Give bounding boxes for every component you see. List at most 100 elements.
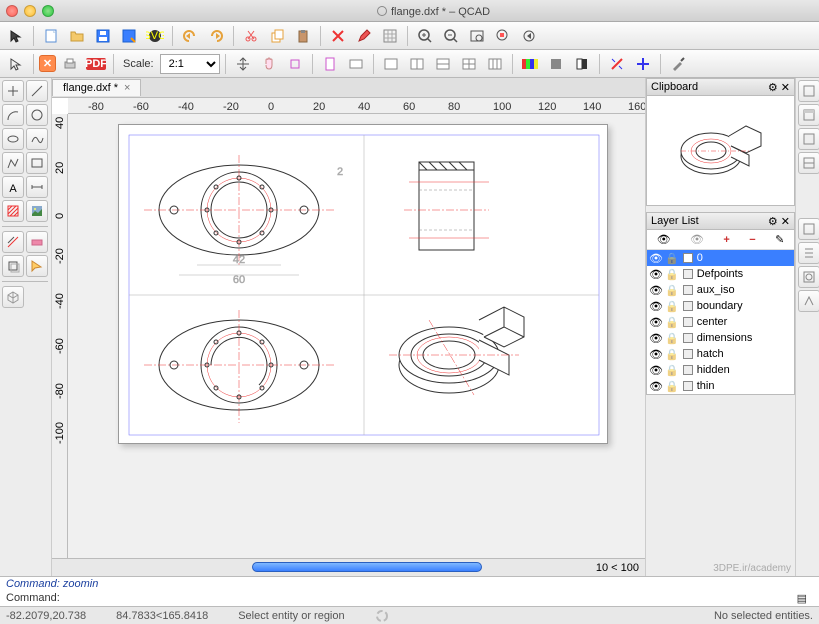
panel-close-icon[interactable]: ✕ xyxy=(781,82,790,94)
snap-button[interactable] xyxy=(283,53,307,75)
export-svg-button[interactable]: SVG xyxy=(143,25,167,47)
block-tool[interactable] xyxy=(2,255,24,277)
panel-toggle-4[interactable] xyxy=(798,152,819,174)
layerlist-panel-header[interactable]: Layer List ⚙ ✕ xyxy=(646,212,795,230)
dimension-tool[interactable] xyxy=(26,176,48,198)
pointer-button[interactable] xyxy=(4,25,28,47)
zoom-auto-button[interactable] xyxy=(465,25,489,47)
arc-tool[interactable] xyxy=(2,104,24,126)
rectangle-tool[interactable] xyxy=(26,152,48,174)
hand-button[interactable] xyxy=(257,53,281,75)
edit-button[interactable] xyxy=(352,25,376,47)
delete-button[interactable] xyxy=(326,25,350,47)
export-pdf-button[interactable]: PDF xyxy=(84,53,108,75)
horizontal-scrollbar[interactable] xyxy=(252,562,482,572)
layer-visibility-icon[interactable]: 👁 xyxy=(649,348,661,360)
select-region-tool[interactable] xyxy=(26,255,48,277)
layer-visibility-icon[interactable]: 👁 xyxy=(649,252,661,264)
layer-lock-icon[interactable]: 🔒 xyxy=(665,252,679,265)
layer-lock-icon[interactable]: 🔒 xyxy=(665,364,679,377)
save-as-button[interactable] xyxy=(117,25,141,47)
layer-visibility-icon[interactable]: 👁 xyxy=(649,268,661,280)
crosshair-button[interactable] xyxy=(631,53,655,75)
layer-lock-icon[interactable]: 🔒 xyxy=(665,348,679,361)
zoom-previous-button[interactable] xyxy=(517,25,541,47)
cut-button[interactable] xyxy=(239,25,263,47)
hide-all-icon[interactable]: 👁 xyxy=(690,233,704,246)
copy-button[interactable] xyxy=(265,25,289,47)
hatch-tool[interactable] xyxy=(2,200,24,222)
layer-visibility-icon[interactable]: 👁 xyxy=(649,364,661,376)
print-button[interactable] xyxy=(58,53,82,75)
panel-toggle-1[interactable] xyxy=(798,80,819,102)
spline-tool[interactable] xyxy=(26,128,48,150)
grid-button[interactable] xyxy=(378,25,402,47)
layer-row[interactable]: 👁🔒hatch xyxy=(647,346,794,362)
save-button[interactable] xyxy=(91,25,115,47)
line-tool[interactable] xyxy=(26,80,48,102)
zoom-window-button[interactable] xyxy=(42,5,54,17)
layer-row[interactable]: 👁🔒0 xyxy=(647,250,794,266)
layer-lock-icon[interactable]: 🔒 xyxy=(665,268,679,281)
panel-toggle-5[interactable] xyxy=(798,218,819,240)
zoom-in-button[interactable] xyxy=(413,25,437,47)
remove-layer-icon[interactable]: − xyxy=(749,234,755,246)
open-file-button[interactable] xyxy=(65,25,89,47)
scale-select[interactable]: 2:1 xyxy=(160,54,220,74)
color-mode-button[interactable] xyxy=(518,53,542,75)
pan-button[interactable] xyxy=(231,53,255,75)
settings-button[interactable] xyxy=(666,53,690,75)
layer-row[interactable]: 👁🔒dimensions xyxy=(647,330,794,346)
layer-visibility-icon[interactable]: 👁 xyxy=(649,380,661,392)
layer-lock-icon[interactable]: 🔒 xyxy=(665,380,679,393)
panel-toggle-3[interactable] xyxy=(798,128,819,150)
view4-button[interactable] xyxy=(457,53,481,75)
view3-button[interactable] xyxy=(431,53,455,75)
layer-lock-icon[interactable]: 🔒 xyxy=(665,316,679,329)
layer-row[interactable]: 👁🔒aux_iso xyxy=(647,282,794,298)
layer-lock-icon[interactable]: 🔒 xyxy=(665,284,679,297)
layout-portrait-button[interactable] xyxy=(318,53,342,75)
layer-row[interactable]: 👁🔒thin xyxy=(647,378,794,394)
text-tool[interactable]: A xyxy=(2,176,24,198)
layer-visibility-icon[interactable]: 👁 xyxy=(649,332,661,344)
command-input[interactable] xyxy=(64,592,791,605)
zoom-selection-button[interactable] xyxy=(491,25,515,47)
clipboard-panel-header[interactable]: Clipboard ⚙ ✕ xyxy=(646,78,795,96)
undo-button[interactable] xyxy=(178,25,202,47)
zoom-out-button[interactable] xyxy=(439,25,463,47)
3d-tool[interactable] xyxy=(2,286,24,308)
drawing-viewport[interactable]: 42 60 2 xyxy=(68,114,645,558)
modify-tool[interactable] xyxy=(2,231,24,253)
bw-mode-button[interactable] xyxy=(570,53,594,75)
layer-lock-icon[interactable]: 🔒 xyxy=(665,300,679,313)
polyline-tool[interactable] xyxy=(2,152,24,174)
paste-button[interactable] xyxy=(291,25,315,47)
new-file-button[interactable] xyxy=(39,25,63,47)
panel-close-icon[interactable]: ✕ xyxy=(781,216,790,228)
close-tab-button[interactable]: ✕ xyxy=(39,55,56,72)
panel-gear-icon[interactable]: ⚙ xyxy=(768,216,778,228)
panel-toggle-6[interactable] xyxy=(798,242,819,264)
layer-lock-icon[interactable]: 🔒 xyxy=(665,332,679,345)
layer-visibility-icon[interactable]: 👁 xyxy=(649,300,661,312)
layout-landscape-button[interactable] xyxy=(344,53,368,75)
panel-toggle-8[interactable] xyxy=(798,290,819,312)
panel-gear-icon[interactable]: ⚙ xyxy=(768,82,778,94)
layer-row[interactable]: 👁🔒boundary xyxy=(647,298,794,314)
view1-button[interactable] xyxy=(379,53,403,75)
document-tab[interactable]: flange.dxf *× xyxy=(52,79,141,96)
layer-row[interactable]: 👁🔒center xyxy=(647,314,794,330)
view5-button[interactable] xyxy=(483,53,507,75)
layer-visibility-icon[interactable]: 👁 xyxy=(649,284,661,296)
measure-button[interactable] xyxy=(605,53,629,75)
edit-layer-icon[interactable]: ✎ xyxy=(775,233,784,246)
command-menu-icon[interactable]: ▤ xyxy=(791,592,813,605)
point-tool[interactable] xyxy=(2,80,24,102)
close-window-button[interactable] xyxy=(6,5,18,17)
layer-visibility-icon[interactable]: 👁 xyxy=(649,316,661,328)
show-all-icon[interactable]: 👁 xyxy=(657,233,671,246)
redo-button[interactable] xyxy=(204,25,228,47)
select-tool-button[interactable] xyxy=(4,53,28,75)
ellipse-tool[interactable] xyxy=(2,128,24,150)
